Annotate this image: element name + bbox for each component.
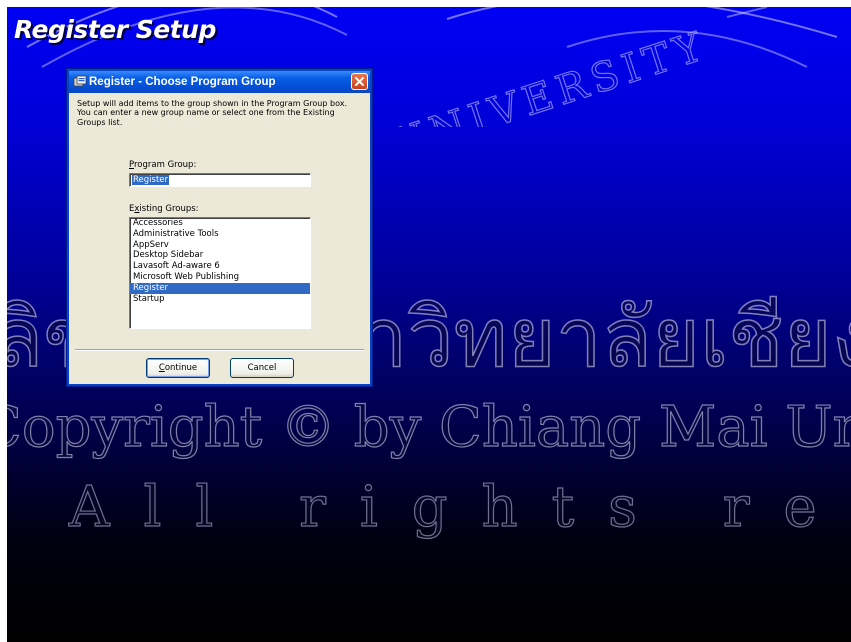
list-item[interactable]: Startup [130, 294, 310, 305]
dialog-titlebar[interactable]: Register - Choose Program Group [69, 71, 370, 93]
program-group-label-text: rogram Group: [133, 160, 197, 170]
close-button[interactable] [351, 73, 368, 90]
existing-groups-label-text: isting Groups: [139, 204, 199, 214]
list-item[interactable]: Microsoft Web Publishing [130, 272, 310, 283]
existing-groups-label: Existing Groups: [129, 204, 199, 214]
program-group-label: Program Group: [129, 160, 196, 170]
list-item[interactable]: Administrative Tools [130, 229, 310, 240]
svg-text:UNIVERSITY: UNIVERSITY [386, 22, 713, 127]
list-item[interactable]: Desktop Sidebar [130, 250, 310, 261]
program-group-value: Register [132, 175, 169, 185]
existing-groups-list[interactable]: Accessories Administrative Tools AppServ… [129, 217, 311, 329]
dialog-title: Register - Choose Program Group [89, 76, 276, 88]
setup-title: Register Setup [14, 15, 216, 44]
continue-button[interactable]: Continue [146, 358, 210, 378]
close-icon [355, 77, 364, 86]
button-divider [75, 349, 364, 351]
list-item-selected[interactable]: Register [130, 282, 310, 294]
cancel-button[interactable]: Cancel [230, 358, 294, 378]
list-item[interactable]: Lavasoft Ad-aware 6 [130, 261, 310, 272]
choose-program-group-dialog: Register - Choose Program Group Setup wi… [67, 69, 372, 386]
setup-app-icon [73, 75, 87, 87]
list-item[interactable]: AppServ [130, 240, 310, 251]
dialog-description: Setup will add items to the group shown … [77, 99, 347, 127]
setup-background: UNIVERSITY ลิขสิทธิ์มหาวิทยาลัยเชียงใหม่… [7, 7, 851, 642]
continue-label: ontinue [164, 363, 198, 373]
list-item[interactable]: Accessories [130, 218, 310, 229]
copyright-watermark-text: Copyright © by Chiang Mai University [7, 394, 851, 460]
rights-watermark-text: All rights reserved [68, 474, 851, 540]
program-group-input[interactable]: Register [129, 173, 311, 187]
